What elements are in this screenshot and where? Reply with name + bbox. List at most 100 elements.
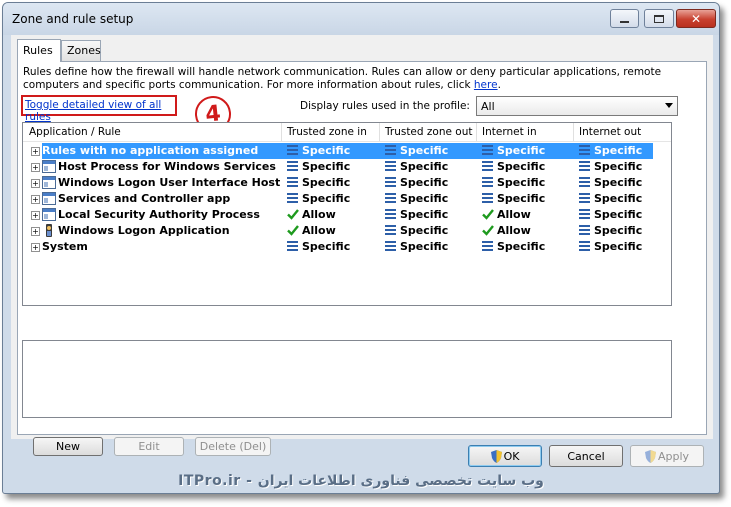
- zone-rule-label: Specific: [594, 144, 643, 157]
- column-header-trusted-in[interactable]: Trusted zone in: [287, 126, 367, 138]
- zone-rule-cell[interactable]: Specific: [579, 240, 642, 253]
- zone-rule-label: Specific: [302, 176, 351, 189]
- zone-rule-cell[interactable]: Specific: [287, 192, 350, 205]
- rules-icon: [287, 176, 299, 188]
- table-row[interactable]: + Services and Controller app Specific Spec…: [23, 191, 673, 207]
- zone-rule-label: Specific: [400, 192, 449, 205]
- zone-rule-cell[interactable]: Allow: [482, 224, 531, 237]
- rules-icon: [579, 144, 591, 156]
- zone-rule-cell[interactable]: Specific: [287, 176, 350, 189]
- minimize-button[interactable]: [610, 9, 639, 28]
- zone-rule-label: Specific: [497, 176, 546, 189]
- zone-rule-cell[interactable]: Allow: [287, 208, 336, 221]
- table-row[interactable]: + Windows Logon User Interface Host Specif…: [23, 175, 673, 191]
- tab-rules[interactable]: Rules: [17, 39, 61, 62]
- column-separator[interactable]: [281, 123, 282, 141]
- table-row[interactable]: + Rules with no application assigned Speci…: [23, 143, 673, 159]
- zone-rule-cell[interactable]: Allow: [287, 224, 336, 237]
- zone-rule-label: Specific: [400, 224, 449, 237]
- table-row[interactable]: + Windows Logon Application Allow Specific A…: [23, 223, 673, 239]
- zone-rule-setup-window: Zone and rule setup ✕ Rules Zones Rules …: [2, 2, 720, 494]
- zone-rule-cell[interactable]: Specific: [482, 160, 545, 173]
- zone-rule-cell[interactable]: Specific: [579, 144, 642, 157]
- rules-icon: [579, 192, 591, 204]
- column-header-application[interactable]: Application / Rule: [29, 126, 121, 138]
- zone-rule-cell[interactable]: Specific: [579, 160, 642, 173]
- toggle-detailed-view-link[interactable]: Toggle detailed view of all rules: [25, 99, 161, 123]
- zone-rule-cell[interactable]: Specific: [385, 224, 448, 237]
- column-separator[interactable]: [573, 123, 574, 141]
- zone-rule-cell[interactable]: Specific: [385, 144, 448, 157]
- zone-rule-label: Specific: [302, 240, 351, 253]
- rules-grid[interactable]: Application / Rule Trusted zone in Trust…: [22, 122, 672, 306]
- check-icon: [287, 208, 299, 220]
- tab-zones[interactable]: Zones: [61, 40, 101, 61]
- close-button[interactable]: ✕: [676, 9, 716, 28]
- edit-button[interactable]: Edit: [114, 437, 184, 456]
- zone-rule-label: Specific: [594, 224, 643, 237]
- zone-rule-cell[interactable]: Specific: [287, 240, 350, 253]
- apply-button[interactable]: Apply: [630, 445, 704, 467]
- profile-selected-value: All: [481, 100, 495, 113]
- title-bar[interactable]: Zone and rule setup ✕: [3, 3, 719, 35]
- zone-rule-cell[interactable]: Specific: [579, 208, 642, 221]
- zone-rule-cell[interactable]: Specific: [482, 176, 545, 189]
- zone-rule-label: Specific: [400, 176, 449, 189]
- zone-rule-cell[interactable]: Specific: [385, 192, 448, 205]
- ok-button[interactable]: OK: [468, 445, 542, 467]
- rules-icon: [579, 240, 591, 252]
- zone-rule-label: Specific: [400, 208, 449, 221]
- rules-icon: [482, 192, 494, 204]
- zone-rule-cell[interactable]: Specific: [482, 192, 545, 205]
- profile-dropdown[interactable]: All: [476, 96, 678, 116]
- rules-icon: [287, 192, 299, 204]
- shield-icon: [490, 450, 502, 463]
- expand-icon[interactable]: +: [31, 179, 40, 188]
- maximize-button[interactable]: [644, 9, 674, 28]
- rules-icon: [385, 192, 397, 204]
- column-header-trusted-out[interactable]: Trusted zone out: [385, 126, 472, 138]
- zone-rule-cell[interactable]: Specific: [482, 144, 545, 157]
- grid-header: Application / Rule Trusted zone in Trust…: [23, 123, 671, 142]
- column-separator[interactable]: [379, 123, 380, 141]
- zone-rule-label: Specific: [497, 240, 546, 253]
- table-row[interactable]: + Local Security Authority Process Allow Sp…: [23, 207, 673, 223]
- zone-rule-cell[interactable]: Specific: [385, 160, 448, 173]
- zone-rule-cell[interactable]: Specific: [385, 176, 448, 189]
- column-header-internet-out[interactable]: Internet out: [579, 126, 641, 138]
- window-app-icon: [42, 176, 56, 189]
- rules-tab-panel: Rules define how the firewall will handl…: [17, 61, 707, 456]
- zone-rule-label: Specific: [302, 192, 351, 205]
- zone-rule-cell[interactable]: Specific: [385, 208, 448, 221]
- rules-icon: [579, 208, 591, 220]
- zone-rule-cell[interactable]: Specific: [385, 240, 448, 253]
- table-row[interactable]: + Host Process for Windows Services Specif…: [23, 159, 673, 175]
- expand-icon[interactable]: +: [31, 163, 40, 172]
- rules-icon: [385, 240, 397, 252]
- check-icon: [482, 208, 494, 220]
- zone-rule-label: Specific: [594, 192, 643, 205]
- zone-rule-cell[interactable]: Specific: [579, 192, 642, 205]
- zone-rule-cell[interactable]: Specific: [579, 224, 642, 237]
- cancel-button[interactable]: Cancel: [549, 445, 623, 467]
- column-separator[interactable]: [476, 123, 477, 141]
- delete-button[interactable]: Delete (Del): [195, 437, 271, 456]
- rules-icon: [287, 160, 299, 172]
- zone-rule-cell[interactable]: Specific: [287, 144, 350, 157]
- table-row[interactable]: + System Specific Specific Specific Specific: [23, 239, 673, 255]
- new-button[interactable]: New: [33, 437, 103, 456]
- row-application-name: Services and Controller app: [58, 192, 231, 205]
- expand-icon[interactable]: +: [31, 195, 40, 204]
- zone-rule-cell[interactable]: Specific: [482, 240, 545, 253]
- zone-rule-label: Allow: [497, 208, 531, 221]
- help-link[interactable]: here: [474, 79, 498, 91]
- zone-rule-cell[interactable]: Specific: [579, 176, 642, 189]
- expand-icon[interactable]: +: [31, 227, 40, 236]
- expand-icon[interactable]: +: [31, 147, 40, 156]
- zone-rule-cell[interactable]: Allow: [482, 208, 531, 221]
- expand-icon[interactable]: +: [31, 243, 40, 252]
- zone-rule-cell[interactable]: Specific: [287, 160, 350, 173]
- row-application-name: Local Security Authority Process: [58, 208, 260, 221]
- column-header-internet-in[interactable]: Internet in: [482, 126, 537, 138]
- expand-icon[interactable]: +: [31, 211, 40, 220]
